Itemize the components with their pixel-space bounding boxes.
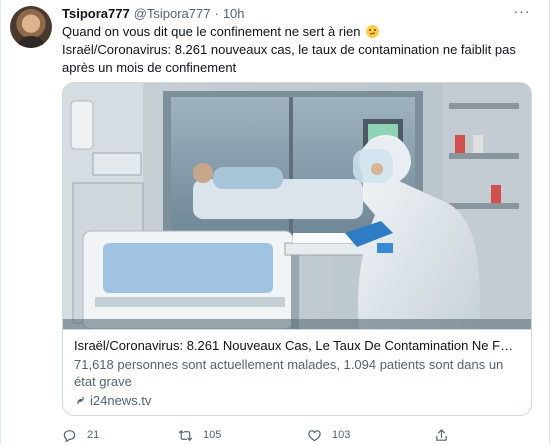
card-title[interactable]: Israël/Coronavirus: 8.261 Nouveaux Cas, … <box>74 337 520 354</box>
reply-button[interactable]: 21 <box>62 428 99 442</box>
reply-icon <box>63 429 76 442</box>
tweet-header: Tsipora777 @Tsipora777 · 10h <box>62 5 245 21</box>
reply-count: 21 <box>87 429 100 441</box>
tweet-text: Quand on vous dit que le confinement ne … <box>62 23 532 77</box>
like-count: 103 <box>332 429 351 441</box>
card-image[interactable] <box>63 83 531 329</box>
like-button[interactable]: 103 <box>307 428 350 442</box>
slightly-frowning-face-emoji <box>366 25 380 38</box>
tweet-article[interactable]: Tsipora777 @Tsipora777 · 10h ··· Quand o… <box>0 0 550 445</box>
retweet-count: 105 <box>203 429 222 441</box>
card-domain-text: i24news.tv <box>90 393 152 408</box>
tweet-actions: 21 105 103 <box>62 428 512 442</box>
author-name[interactable]: Tsipora777 <box>62 6 130 21</box>
retweet-icon <box>178 429 193 441</box>
heart-icon <box>308 429 321 441</box>
author-handle[interactable]: @Tsipora777 <box>134 6 211 21</box>
hospital-icu-photo <box>63 83 531 329</box>
more-options-button[interactable]: ··· <box>512 4 532 20</box>
tweet-timestamp[interactable]: 10h <box>223 6 245 21</box>
tweet-text-line-1: Quand on vous dit que le confinement ne … <box>62 23 532 41</box>
retweet-button[interactable]: 105 <box>178 428 221 442</box>
link-preview-card[interactable]: Israël/Coronavirus: 8.261 Nouveaux Cas, … <box>62 82 532 416</box>
share-icon <box>436 428 447 441</box>
tweet-text-line-2: Israël/Coronavirus: 8.261 nouveaux cas, … <box>62 42 516 75</box>
share-button[interactable] <box>434 428 459 442</box>
header-separator: · <box>214 5 219 21</box>
timeline-left-border <box>0 0 1 445</box>
card-domain[interactable]: i24news.tv <box>74 393 520 408</box>
avatar[interactable] <box>10 6 52 48</box>
link-icon <box>77 396 84 405</box>
tweet-text-line-1-text: Quand on vous dit que le confinement ne … <box>62 24 361 39</box>
card-meta[interactable]: Israël/Coronavirus: 8.261 Nouveaux Cas, … <box>63 329 531 415</box>
card-description: 71,618 personnes sont actuellement malad… <box>74 357 504 389</box>
